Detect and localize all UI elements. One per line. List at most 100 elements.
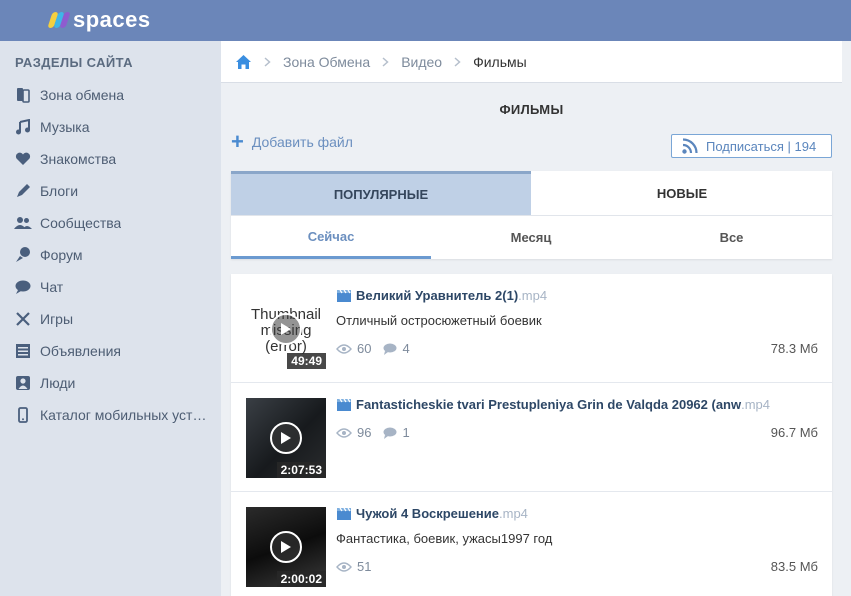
sidebar-item-chat[interactable]: Чат <box>0 271 220 303</box>
sidebar-item-label: Зона обмена <box>40 87 125 103</box>
file-info: Fantasticheskie tvari Prestupleniya Grin… <box>336 397 818 412</box>
views-count: 51 <box>357 559 372 574</box>
tab-new[interactable]: НОВЫЕ <box>532 171 832 215</box>
file-title: Чужой 4 Воскрешение <box>356 506 500 521</box>
top-bar: spaces <box>0 0 851 41</box>
file-meta: 60 4 <box>336 341 422 356</box>
ads-icon <box>14 342 32 360</box>
views-count: 96 <box>357 425 372 440</box>
page-title: ФИЛЬМЫ <box>499 102 564 117</box>
film-icon <box>337 289 351 302</box>
tab-month[interactable]: Месяц <box>431 215 631 259</box>
sidebar-item-music[interactable]: Музыка <box>0 111 220 143</box>
file-size: 78.3 Мб <box>770 341 818 356</box>
heart-icon <box>14 150 32 168</box>
sidebar-item-label: Объявления <box>40 343 121 359</box>
file-list: Thumbnail missing (error) 49:49 Великий … <box>231 274 832 596</box>
sidebar-item-mobile-catalog[interactable]: Каталог мобильных устройств <box>0 399 220 431</box>
chevron-right-icon <box>454 56 461 67</box>
mobile-icon <box>14 406 32 424</box>
video-duration: 2:00:02 <box>276 571 326 587</box>
file-extension: .mp4 <box>499 506 528 521</box>
sidebar-item-exchange[interactable]: Зона обмена <box>0 79 220 111</box>
chevron-right-icon <box>264 56 271 67</box>
sidebar-item-blogs[interactable]: Блоги <box>0 175 220 207</box>
file-size: 96.7 Мб <box>770 425 818 440</box>
sidebar-item-label: Люди <box>40 375 76 391</box>
tab-now[interactable]: Сейчас <box>231 215 431 259</box>
tab-popular[interactable]: ПОПУЛЯРНЫЕ <box>231 171 531 215</box>
sidebar-item-communities[interactable]: Сообщества <box>0 207 220 239</box>
sidebar-item-label: Игры <box>40 311 74 327</box>
film-icon <box>337 507 351 520</box>
pen-icon <box>14 182 32 200</box>
community-icon <box>14 214 32 232</box>
sidebar-item-label: Музыка <box>40 119 90 135</box>
list-item: 2:07:53 Fantasticheskie tvari Prestuplen… <box>231 383 832 492</box>
list-item: 2:00:02 Чужой 4 Воскрешение .mp4 Фантасти… <box>231 492 832 596</box>
logo-mark-icon <box>47 11 71 29</box>
list-item: Thumbnail missing (error) 49:49 Великий … <box>231 274 832 383</box>
sidebar-item-people[interactable]: Люди <box>0 367 220 399</box>
file-extension: .mp4 <box>518 288 548 303</box>
site-logo[interactable]: spaces <box>47 7 151 32</box>
breadcrumb-item[interactable]: Зона Обмена <box>283 54 370 70</box>
views-count: 60 <box>357 341 372 356</box>
breadcrumb-current: Фильмы <box>473 53 527 70</box>
file-title-link[interactable]: Fantasticheskie tvari Prestupleniya Grin… <box>336 397 818 412</box>
video-duration: 49:49 <box>287 353 326 369</box>
film-icon <box>337 398 351 411</box>
file-size: 83.5 Мб <box>770 559 818 574</box>
home-icon[interactable] <box>235 54 252 70</box>
subscribe-button[interactable]: Подписаться | 194 <box>671 134 832 158</box>
exchange-icon <box>14 86 32 104</box>
file-description: Фантастика, боевик, ужасы1997 год <box>336 531 553 546</box>
sidebar-item-label: Блоги <box>40 183 79 199</box>
sidebar-item-label: Форум <box>40 247 83 263</box>
sidebar-title: РАЗДЕЛЫ САЙТА <box>15 55 133 70</box>
video-thumbnail[interactable]: 2:07:53 <box>246 398 326 478</box>
sidebar-item-games[interactable]: Игры <box>0 303 220 335</box>
video-duration: 2:07:53 <box>276 462 326 478</box>
forum-icon <box>14 246 32 264</box>
sidebar: РАЗДЕЛЫ САЙТА Зона обмена Музыка Знакомс… <box>0 41 220 596</box>
eye-icon <box>336 343 352 354</box>
sidebar-item-forum[interactable]: Форум <box>0 239 220 271</box>
play-icon <box>270 313 302 345</box>
file-info: Чужой 4 Воскрешение .mp4 Фантастика, боев… <box>336 506 818 546</box>
sidebar-item-label: Каталог мобильных устройств <box>40 407 210 423</box>
main-content: Зона Обмена Видео Фильмы ФИЛЬМЫ + Добави… <box>221 41 851 596</box>
file-meta: 51 <box>336 559 383 574</box>
rss-icon <box>682 138 698 154</box>
comments-count: 4 <box>402 341 410 356</box>
eye-icon <box>336 561 352 572</box>
file-title: Великий Уравнитель 2(1) <box>356 288 519 303</box>
chevron-right-icon <box>382 56 389 67</box>
music-icon <box>14 118 32 136</box>
games-icon <box>14 310 32 328</box>
video-thumbnail[interactable]: Thumbnail missing (error) 49:49 <box>246 289 326 369</box>
add-file-label: Добавить файл <box>251 134 353 150</box>
file-info: Великий Уравнитель 2(1) .mp4 Отличный ост… <box>336 288 818 328</box>
sidebar-item-dating[interactable]: Знакомства <box>0 143 220 175</box>
file-extension: .mp4 <box>741 397 771 412</box>
sidebar-item-label: Сообщества <box>40 215 122 231</box>
sidebar-item-ads[interactable]: Объявления <box>0 335 220 367</box>
file-title: Fantasticheskie tvari Prestupleniya Grin… <box>356 397 742 412</box>
tabs-panel: ПОПУЛЯРНЫЕ НОВЫЕ Сейчас Месяц Все <box>231 171 832 259</box>
video-thumbnail[interactable]: 2:00:02 <box>246 507 326 587</box>
plus-icon: + <box>231 129 244 154</box>
sidebar-item-label: Чат <box>40 279 64 295</box>
play-icon <box>270 422 302 454</box>
add-file-button[interactable]: + Добавить файл <box>231 129 353 154</box>
comment-icon <box>383 343 397 355</box>
breadcrumb-item[interactable]: Видео <box>401 54 442 70</box>
tab-all[interactable]: Все <box>631 215 832 259</box>
file-meta: 96 1 <box>336 425 422 440</box>
file-title-link[interactable]: Великий Уравнитель 2(1) .mp4 <box>336 288 818 303</box>
breadcrumb: Зона Обмена Видео Фильмы <box>221 41 842 83</box>
file-title-link[interactable]: Чужой 4 Воскрешение .mp4 <box>336 506 818 521</box>
comment-icon <box>383 427 397 439</box>
subscribe-label: Подписаться | 194 <box>706 138 817 154</box>
play-icon <box>270 531 302 563</box>
